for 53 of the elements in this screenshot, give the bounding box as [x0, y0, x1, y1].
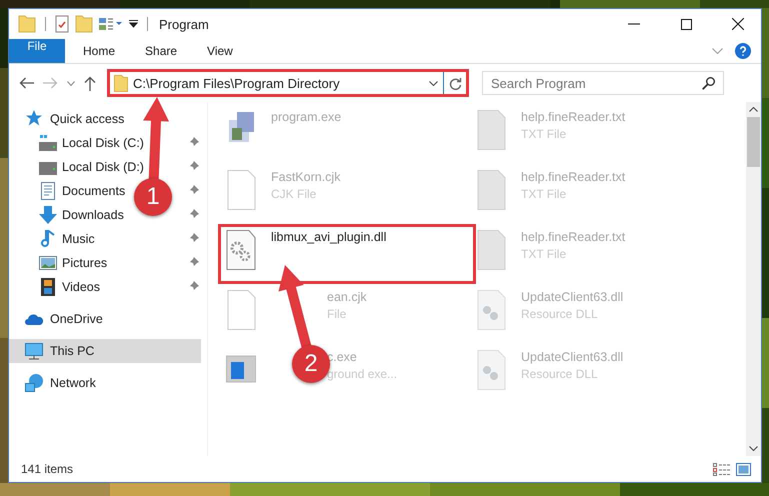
sidebar-item[interactable]: Local Disk (C:)	[62, 136, 144, 150]
scroll-up-icon[interactable]	[749, 107, 758, 112]
maximize-icon	[680, 18, 692, 30]
scroll-down-icon[interactable]	[749, 446, 758, 451]
customize-arrow-icon[interactable]	[129, 20, 138, 28]
drive-icon	[39, 134, 57, 152]
star-icon	[25, 110, 43, 128]
sidebar-item[interactable]: Local Disk (D:)	[62, 160, 144, 174]
music-note-icon	[39, 230, 57, 248]
sidebar-item[interactable]: Downloads	[62, 208, 124, 222]
details-view-icon[interactable]	[713, 462, 730, 476]
search-box[interactable]: Search Program	[482, 71, 724, 95]
sidebar-item[interactable]: OneDrive	[50, 312, 103, 326]
minimize-icon	[628, 23, 640, 25]
sidebar-item[interactable]: Pictures	[62, 256, 108, 270]
search-icon	[702, 76, 715, 90]
view-options-icon[interactable]	[99, 17, 123, 31]
large-icons-view-icon[interactable]	[736, 462, 751, 476]
sidebar-item[interactable]: Quick access	[50, 112, 124, 126]
help-icon[interactable]	[735, 43, 751, 59]
ribbon-tab[interactable]: Home	[69, 39, 130, 63]
sidebar-item[interactable]: Network	[50, 376, 96, 390]
ribbon-tab[interactable]: Share	[131, 39, 192, 63]
picture-icon	[39, 254, 57, 272]
scrollbar[interactable]	[746, 102, 761, 456]
search-input[interactable]: Search Program	[491, 76, 702, 90]
ribbon-tab[interactable]: View	[193, 39, 247, 63]
monitor-icon	[25, 342, 43, 360]
up-arrow-icon[interactable]	[84, 76, 96, 90]
file-menu-button[interactable]: File	[9, 39, 65, 63]
document-icon	[39, 182, 57, 200]
folder-icon	[114, 74, 128, 92]
back-icon[interactable]	[19, 77, 34, 89]
network-icon	[25, 374, 43, 392]
window-title: Program	[159, 16, 209, 32]
download-arrow-icon	[39, 206, 57, 224]
address-path: C:\Program Files\Program Directory	[133, 76, 340, 90]
chevron-down-icon[interactable]	[429, 80, 438, 86]
address-bar[interactable]: C:\Program Files\Program Directory	[107, 69, 469, 97]
film-icon	[39, 278, 57, 296]
file-name[interactable]: libmux_avi_plugin.dll	[271, 230, 386, 244]
folder-icon[interactable]	[18, 15, 36, 33]
sidebar-item[interactable]: Music	[62, 232, 95, 246]
close-icon	[732, 18, 744, 30]
sidebar-item[interactable]: This PC	[50, 344, 94, 358]
properties-icon[interactable]	[55, 15, 69, 33]
refresh-icon[interactable]	[449, 76, 462, 90]
sidebar-item[interactable]: Documents	[62, 184, 126, 198]
gear-file-icon[interactable]	[226, 230, 256, 270]
item-count: 141 items	[21, 462, 74, 476]
new-folder-icon[interactable]	[75, 15, 93, 33]
scroll-thumb[interactable]	[747, 117, 760, 167]
sidebar-item[interactable]: Videos	[62, 280, 100, 294]
